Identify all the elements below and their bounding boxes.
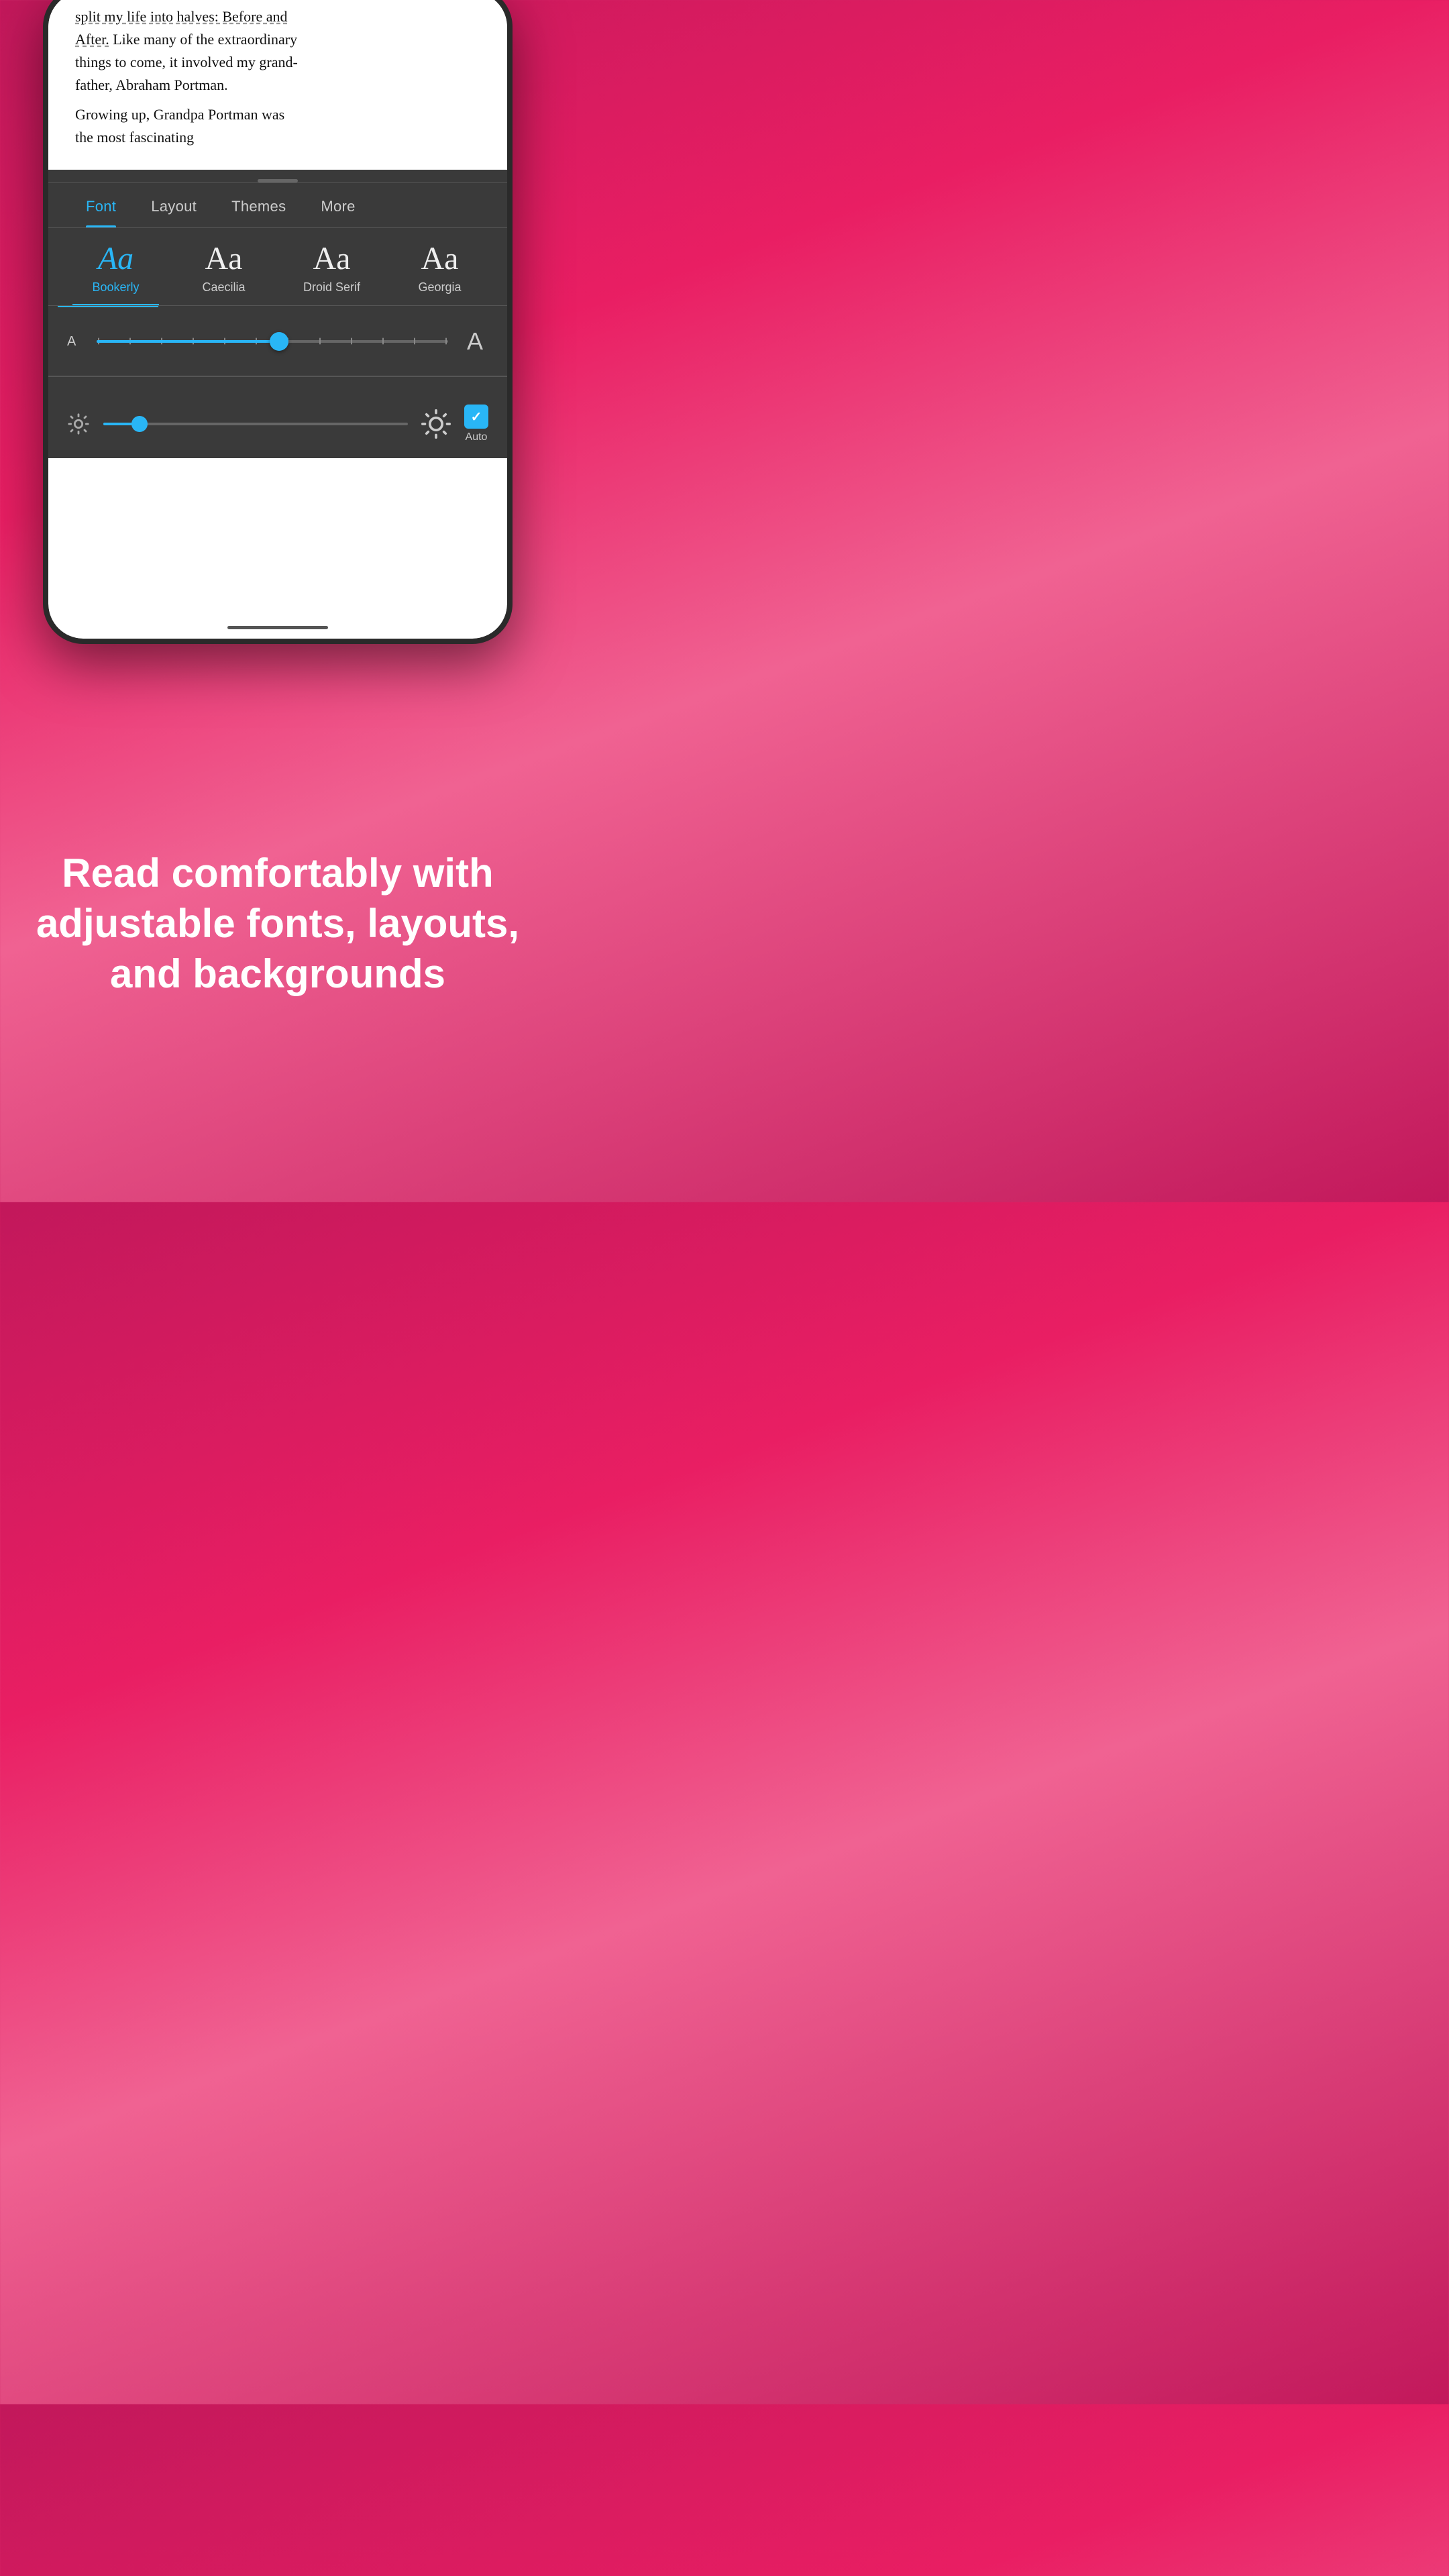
- tick-8: [319, 338, 321, 345]
- book-text-line5: Growing up, Grandpa Portman was: [75, 103, 480, 126]
- brightness-icon-large: [421, 409, 451, 439]
- home-indicator: [227, 626, 328, 629]
- book-text-line1: split my life into halves: Before and: [75, 5, 480, 28]
- phone-screen: split my life into halves: Before and Af…: [48, 0, 507, 639]
- font-sample-caecilia: Aa: [205, 243, 243, 275]
- settings-tabs: Font Layout Themes More: [48, 183, 507, 228]
- font-sample-droid-serif: Aa: [313, 243, 351, 275]
- font-name-droid-serif: Droid Serif: [303, 280, 360, 294]
- tick-9: [351, 338, 352, 345]
- book-text-line3: things to come, it involved my grand-: [75, 51, 480, 74]
- font-option-caecilia[interactable]: Aa Caecilia: [170, 243, 278, 294]
- book-text-line6: the most fascinating: [75, 126, 480, 149]
- font-sample-bookerly: Aa: [98, 243, 133, 275]
- font-options-row: Aa Bookerly Aa Caecilia Aa Droid Serif: [48, 228, 507, 306]
- brightness-icon-small: [67, 413, 90, 435]
- drag-handle-wrap: [48, 170, 507, 182]
- phone-mockup: split my life into halves: Before and Af…: [43, 0, 513, 644]
- tab-more[interactable]: More: [303, 183, 372, 227]
- font-name-bookerly: Bookerly: [92, 280, 139, 294]
- tick-10: [382, 338, 384, 345]
- tick-11: [414, 338, 415, 345]
- font-name-georgia: Georgia: [418, 280, 461, 294]
- font-option-georgia[interactable]: Aa Georgia: [386, 243, 494, 294]
- brightness-slider-track[interactable]: [103, 423, 408, 425]
- settings-panel: Font Layout Themes More A: [48, 182, 507, 458]
- book-text-line2: After. Like many of the extraordinary: [75, 28, 480, 51]
- book-text-line4: father, Abraham Portman.: [75, 74, 480, 97]
- phone-body: split my life into halves: Before and Af…: [43, 0, 513, 644]
- tab-layout[interactable]: Layout: [133, 183, 214, 227]
- promo-headline: Read comfortably with adjustable fonts, …: [34, 848, 522, 999]
- tab-themes[interactable]: Themes: [214, 183, 303, 227]
- font-size-row: A: [48, 307, 507, 376]
- font-name-caecilia: Caecilia: [202, 280, 245, 294]
- promo-section: Read comfortably with adjustable fonts, …: [0, 644, 555, 1202]
- brightness-slider-thumb[interactable]: [131, 416, 148, 432]
- font-option-bookerly[interactable]: Aa Bookerly: [62, 243, 170, 294]
- tab-font[interactable]: Font: [68, 183, 133, 227]
- tick-12: [445, 338, 447, 345]
- font-sample-georgia: Aa: [421, 243, 459, 275]
- auto-brightness-label: Auto: [466, 431, 488, 443]
- font-size-slider-track[interactable]: [97, 340, 448, 343]
- check-icon: ✓: [471, 409, 482, 425]
- auto-brightness-control[interactable]: ✓ Auto: [464, 405, 488, 443]
- brightness-row: ✓ Auto: [48, 390, 507, 458]
- font-size-large-label: A: [462, 327, 488, 356]
- book-reading-area: split my life into halves: Before and Af…: [48, 0, 507, 170]
- auto-checkbox-box[interactable]: ✓: [464, 405, 488, 429]
- font-size-small-label: A: [67, 334, 83, 350]
- drag-handle[interactable]: [258, 179, 298, 182]
- font-option-droid-serif[interactable]: Aa Droid Serif: [278, 243, 386, 294]
- font-size-slider-fill: [97, 340, 279, 343]
- font-size-slider-thumb[interactable]: [270, 332, 288, 351]
